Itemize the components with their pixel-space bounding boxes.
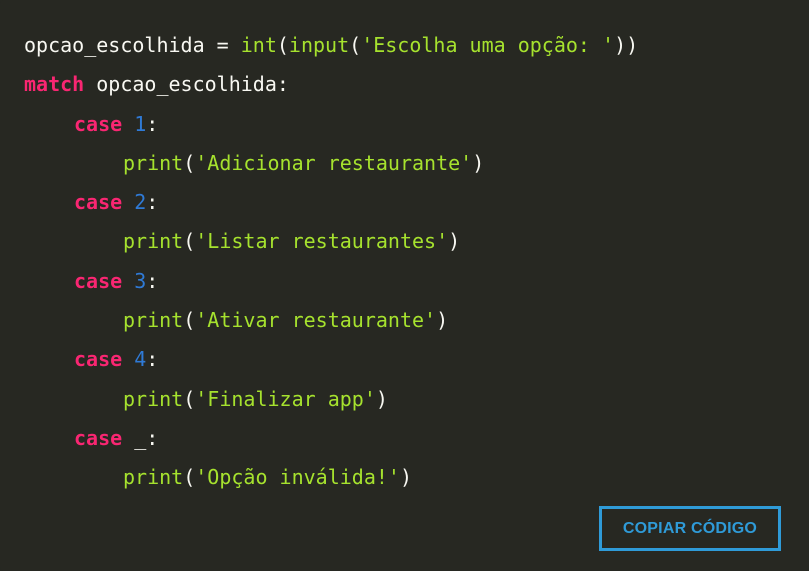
punctuation: : [146, 347, 159, 372]
punctuation: ) [472, 150, 485, 175]
punctuation: : [146, 111, 159, 136]
builtin-function: print [123, 150, 184, 175]
case-line: case 3: [24, 262, 638, 301]
case-line: case 4: [24, 340, 638, 379]
print-line: print('Listar restaurantes') [24, 222, 638, 261]
print-line: print('Opção inválida!') [24, 458, 638, 497]
case-line: case 1: [24, 105, 638, 144]
code-line-1: opcao_escolhida = int(input('Escolha uma… [24, 26, 638, 65]
punctuation: ) [399, 465, 413, 490]
case-line: case _: [24, 419, 638, 458]
code-block: opcao_escolhida = int(input('Escolha uma… [0, 0, 809, 571]
punctuation: ( [349, 33, 362, 57]
punctuation: ( [183, 386, 196, 411]
punctuation: ( [183, 308, 196, 333]
string-literal: 'Opção inválida!' [195, 465, 400, 490]
print-line: print('Adicionar restaurante') [24, 144, 638, 183]
keyword: case [74, 268, 123, 293]
string-literal: 'Escolha uma opção: ' [361, 33, 615, 57]
keyword: case [74, 347, 123, 372]
punctuation: ( [276, 33, 289, 57]
operator: = [204, 33, 241, 57]
case-value: 4 [134, 347, 147, 372]
punctuation: )) [614, 33, 639, 57]
string-literal: 'Adicionar restaurante' [195, 150, 473, 175]
keyword: case [74, 190, 123, 215]
punctuation: ( [183, 150, 196, 175]
keyword: case [74, 111, 123, 136]
punctuation: ) [436, 308, 449, 333]
case-line: case 2: [24, 183, 638, 222]
code-listing: opcao_escolhida = int(input('Escolha uma… [24, 26, 638, 498]
keyword: case [74, 425, 123, 450]
case-value: 2 [134, 190, 147, 215]
builtin-function: input [288, 33, 350, 57]
builtin-function: print [123, 465, 184, 490]
punctuation: ( [183, 229, 196, 254]
builtin-function: print [123, 386, 184, 411]
builtin-function: print [123, 229, 184, 254]
string-literal: 'Ativar restaurante' [195, 308, 437, 333]
builtin-function: print [123, 308, 184, 333]
code-line-2: match opcao_escolhida: [24, 65, 638, 104]
identifier: opcao_escolhida [24, 33, 205, 57]
punctuation: ( [183, 465, 196, 490]
copy-code-button[interactable]: COPIAR CÓDIGO [599, 506, 781, 551]
punctuation: ) [375, 386, 388, 411]
keyword: match [24, 72, 85, 97]
punctuation: : [146, 190, 159, 215]
string-literal: 'Finalizar app' [195, 386, 376, 411]
print-line: print('Finalizar app') [24, 380, 638, 419]
print-line: print('Ativar restaurante') [24, 301, 638, 340]
punctuation: : [146, 425, 159, 450]
case-value: _ [134, 425, 147, 450]
builtin-function: int [240, 33, 277, 57]
string-literal: 'Listar restaurantes' [195, 229, 449, 254]
punctuation: ) [448, 229, 461, 254]
case-value: 1 [134, 111, 147, 136]
punctuation: : [146, 268, 159, 293]
identifier: opcao_escolhida: [84, 72, 289, 97]
case-value: 3 [134, 268, 147, 293]
